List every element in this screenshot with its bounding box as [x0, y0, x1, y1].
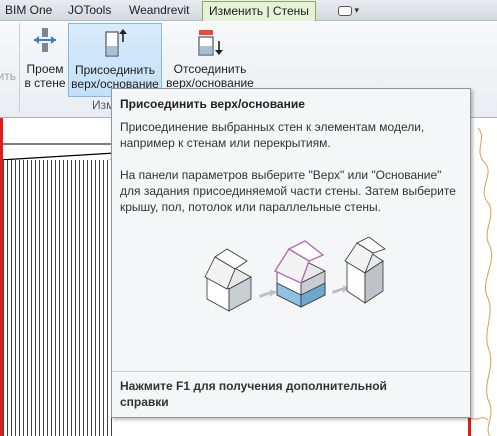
ribbon-tab-bar: BIM One JOTools Weandrevit Изменить | Ст…: [0, 0, 497, 21]
detach-top-base-icon: [195, 27, 225, 62]
attach-top-base-icon: [102, 28, 128, 63]
ribbon-minimize-icon[interactable]: ▾: [338, 4, 364, 16]
tooltip-instructions: На панели параметров выберите "Верх" или…: [120, 168, 456, 214]
tab-weandrevit[interactable]: Weandrevit: [126, 2, 192, 18]
tooltip-help-hint: Нажмите F1 для получения дополнительной …: [120, 379, 387, 409]
tooltip-description: Присоединение выбранных стен к элементам…: [120, 120, 425, 150]
house-before-icon: [204, 248, 252, 312]
tooltip-separator: [112, 371, 470, 372]
group-separator: [19, 23, 20, 113]
detach-top-base-button[interactable]: Отсоединить верх/основание: [164, 23, 256, 95]
tooltip-attach-top-base: Присоединить верх/основание Присоединени…: [111, 88, 471, 418]
house-attached-icon: [273, 240, 326, 308]
attach-top-base-button[interactable]: Присоединить верх/основание: [68, 23, 162, 97]
tooltip-illustration: [204, 237, 386, 312]
wall-opening-label: Проем в стене: [24, 62, 66, 90]
wall-opening-icon: [32, 27, 58, 56]
partial-button-label: ить: [0, 69, 16, 83]
tooltip-title: Присоединить верх/основание: [120, 97, 305, 111]
partial-ribbon-button[interactable]: ить: [0, 23, 16, 95]
tab-bim-one[interactable]: BIM One: [2, 2, 55, 18]
tab-jotools[interactable]: JOTools: [65, 2, 114, 18]
boundary-line-left: [0, 118, 3, 436]
tab-modify-walls[interactable]: Изменить | Стены: [202, 1, 316, 21]
wall-opening-button[interactable]: Проем в стене: [23, 23, 67, 95]
house-after-icon: [344, 237, 386, 304]
attach-top-base-label: Присоединить верх/основание: [71, 63, 159, 91]
detach-top-base-label: Отсоединить верх/основание: [166, 62, 254, 90]
wall-hatch-pattern: [0, 160, 115, 436]
